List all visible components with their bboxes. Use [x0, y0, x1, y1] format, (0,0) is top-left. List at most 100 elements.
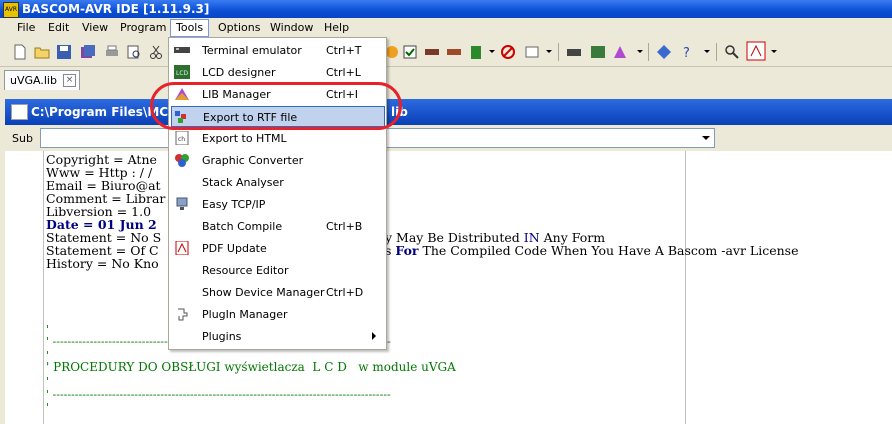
- menu-item-label: PDF Update: [202, 242, 267, 255]
- menu-file[interactable]: File: [12, 20, 40, 36]
- menu-item-pdf-update[interactable]: PDF Update: [171, 238, 383, 258]
- menu-item-label: PlugIn Manager: [202, 308, 288, 321]
- highlight-circle-annotation: [150, 82, 402, 130]
- terminal-icon: [174, 47, 190, 53]
- chevron-down-icon[interactable]: [637, 50, 643, 53]
- html-export-icon: ch: [175, 131, 189, 145]
- print-icon[interactable]: [104, 44, 120, 60]
- title-bar: AVR BASCOM-AVR IDE [1.11.9.3]: [0, 0, 892, 18]
- menu-item-label: Batch Compile: [202, 220, 283, 233]
- code-editor[interactable]: Copyright = Atne Www = Http : / / Email …: [5, 151, 892, 424]
- code-line: History = No Kno: [46, 256, 159, 271]
- info-icon[interactable]: [656, 44, 672, 60]
- document-icon: [11, 104, 28, 120]
- sub-selector-row: Sub: [5, 126, 892, 150]
- comment-line: ': [46, 375, 50, 388]
- menu-item-shortcut: Ctrl+B: [326, 220, 363, 233]
- comment-line: ' PROCEDURY DO OBSŁUGI wyświetlacza L C …: [46, 360, 456, 374]
- chevron-down-icon[interactable]: [546, 50, 552, 53]
- right-margin-line: [685, 151, 686, 424]
- lcd-icon[interactable]: [590, 44, 606, 60]
- menu-view[interactable]: View: [77, 20, 113, 36]
- close-icon[interactable]: ×: [63, 74, 76, 87]
- comment-line: ': [46, 401, 50, 414]
- menu-item-stack-analyser[interactable]: Stack Analyser: [171, 172, 383, 192]
- app-icon: AVR: [3, 2, 19, 18]
- menu-edit[interactable]: Edit: [43, 20, 74, 36]
- tab-label: uVGA.lib: [10, 74, 57, 87]
- save-all-icon[interactable]: [80, 44, 96, 60]
- search-icon[interactable]: [724, 44, 740, 60]
- menu-item-show-device-manager[interactable]: Show Device Manager Ctrl+D: [171, 282, 383, 302]
- toolbar: ?: [0, 38, 892, 67]
- menu-bar: File Edit View Program Tools Options Win…: [0, 18, 892, 38]
- menu-item-easy-tcpip[interactable]: Easy TCP/IP: [171, 194, 383, 214]
- menu-item-shortcut: Ctrl+L: [326, 66, 361, 79]
- menu-item-graphic-converter[interactable]: Graphic Converter: [171, 150, 383, 170]
- editor-gutter: [5, 151, 43, 424]
- print-preview-icon[interactable]: [126, 44, 142, 60]
- gutter-divider: [43, 151, 44, 424]
- menu-item-export-html[interactable]: ch Export to HTML: [171, 128, 383, 148]
- menu-item-shortcut: Ctrl+D: [326, 286, 364, 299]
- tab-uvga-lib[interactable]: uVGA.lib ×: [4, 70, 80, 90]
- menu-item-resource-editor[interactable]: Resource Editor: [171, 260, 383, 280]
- code-keyword: For: [395, 243, 419, 258]
- window-title: BASCOM-AVR IDE [1.11.9.3]: [22, 2, 210, 16]
- code-text: The Compiled Code When You Have A Bascom…: [418, 243, 799, 258]
- code-line-continuation: s For The Compiled Code When You Have A …: [385, 244, 799, 257]
- menu-item-terminal-emulator[interactable]: Terminal emulator Ctrl+T: [171, 40, 383, 60]
- terminal-icon[interactable]: [566, 44, 582, 60]
- stop-icon[interactable]: [500, 44, 516, 60]
- toolbar-separator: [558, 43, 559, 61]
- menu-options[interactable]: Options: [213, 20, 265, 36]
- cut-icon[interactable]: [148, 44, 164, 60]
- save-icon[interactable]: [56, 44, 72, 60]
- help-icon[interactable]: ?: [680, 44, 696, 60]
- comment-line: ' --------------------------------------…: [46, 388, 391, 401]
- menu-item-label: Stack Analyser: [202, 176, 284, 189]
- chevron-down-icon[interactable]: [771, 50, 777, 53]
- open-folder-icon[interactable]: [34, 44, 50, 60]
- battery-icon[interactable]: [468, 44, 484, 60]
- lcd-icon: LCD: [174, 65, 190, 79]
- checkbox-icon[interactable]: [402, 44, 418, 60]
- chevron-down-icon[interactable]: [698, 129, 714, 147]
- menu-item-label: Plugins: [202, 330, 242, 343]
- menu-item-label: Export to HTML: [202, 132, 287, 145]
- programmer-icon[interactable]: [424, 44, 440, 60]
- toolbar-separator: [716, 43, 717, 61]
- menu-window[interactable]: Window: [265, 20, 318, 36]
- graphic-converter-icon: [175, 154, 189, 167]
- sub-label: Sub: [12, 132, 33, 145]
- document-tab-bar: uVGA.lib ×: [0, 67, 892, 93]
- toolbar-separator: [648, 43, 649, 61]
- menu-item-label: Terminal emulator: [202, 44, 302, 57]
- svg-text:ch: ch: [178, 136, 185, 143]
- send-to-chip-icon[interactable]: [446, 44, 462, 60]
- menu-item-shortcut: Ctrl+T: [326, 44, 362, 57]
- tcpip-icon: [176, 197, 188, 210]
- menu-item-label: Graphic Converter: [202, 154, 304, 167]
- pdf-icon: [175, 241, 189, 255]
- menu-item-label: Resource Editor: [202, 264, 289, 277]
- svg-text:LCD: LCD: [176, 70, 189, 77]
- pdf-icon[interactable]: [746, 41, 766, 61]
- lib-manager-icon[interactable]: [612, 44, 628, 60]
- plugin-icon: [178, 308, 188, 321]
- new-file-icon[interactable]: [12, 44, 28, 60]
- menu-help[interactable]: Help: [319, 20, 354, 36]
- menu-item-plugin-manager[interactable]: PlugIn Manager: [171, 304, 383, 324]
- menu-item-lcd-designer[interactable]: LCD LCD designer Ctrl+L: [171, 62, 383, 82]
- menu-program[interactable]: Program: [115, 20, 171, 36]
- menu-item-plugins[interactable]: Plugins: [171, 326, 383, 346]
- menu-item-label: LCD designer: [202, 66, 276, 79]
- chevron-down-icon[interactable]: [704, 50, 710, 53]
- submenu-arrow-icon: [372, 332, 376, 340]
- window-icon[interactable]: [524, 44, 540, 60]
- menu-item-batch-compile[interactable]: Batch Compile Ctrl+B: [171, 216, 383, 236]
- chevron-down-icon[interactable]: [489, 50, 495, 53]
- menu-tools[interactable]: Tools: [170, 19, 210, 37]
- menu-item-label: Show Device Manager: [202, 286, 325, 299]
- menu-item-label: Easy TCP/IP: [202, 198, 266, 211]
